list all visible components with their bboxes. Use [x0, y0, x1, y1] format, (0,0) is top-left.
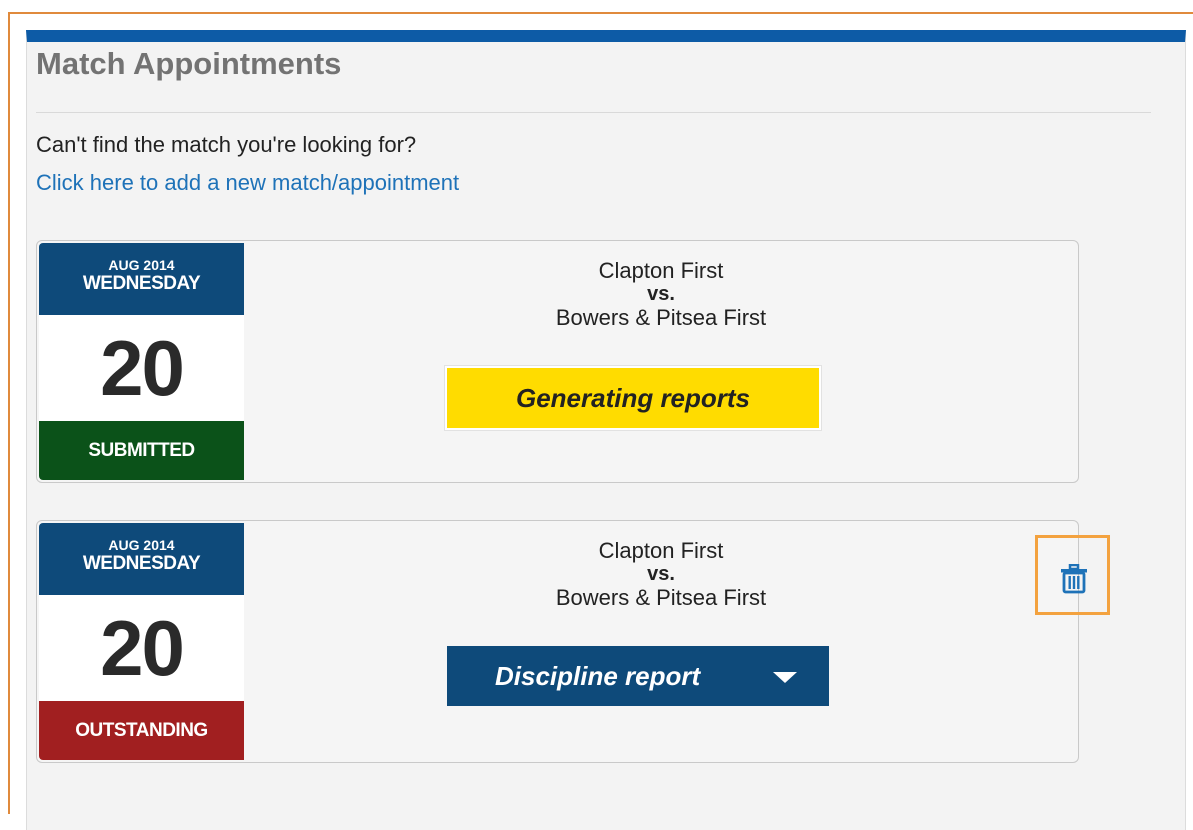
trash-icon[interactable]: [1059, 564, 1089, 594]
calendar-badge: AUG 2014 WEDNESDAY 20 SUBMITTED: [39, 243, 244, 480]
calendar-day-number: 20: [100, 604, 185, 692]
match-teams: Clapton First vs. Bowers & Pitsea First: [244, 257, 1078, 331]
home-team: Clapton First: [598, 538, 724, 563]
away-team: Bowers & Pitsea First: [555, 585, 767, 610]
frame-border-top: [8, 12, 1193, 14]
discipline-report-dropdown-button[interactable]: Discipline report: [447, 646, 829, 706]
discipline-report-label: Discipline report: [495, 661, 701, 691]
add-match-link[interactable]: Click here to add a new match/appointmen…: [36, 170, 459, 196]
away-team: Bowers & Pitsea First: [555, 305, 767, 330]
calendar-day-number: 20: [100, 324, 185, 412]
appointment-card: AUG 2014 WEDNESDAY 20 OUTSTANDING Clapto…: [36, 520, 1079, 763]
match-teams: Clapton First vs. Bowers & Pitsea First: [244, 537, 1078, 611]
generating-reports-indicator: Generating reports: [445, 366, 821, 430]
home-team: Clapton First: [598, 258, 724, 283]
status-badge: OUTSTANDING: [39, 701, 244, 760]
title-divider: [36, 112, 1151, 113]
calendar-month: AUG 2014: [108, 537, 175, 553]
calendar-month: AUG 2014: [108, 257, 175, 273]
versus-label: vs.: [647, 283, 675, 305]
status-badge: SUBMITTED: [39, 421, 244, 480]
calendar-weekday: WEDNESDAY: [82, 553, 201, 574]
calendar-weekday: WEDNESDAY: [82, 273, 201, 294]
calendar-header: AUG 2014 WEDNESDAY: [39, 243, 244, 315]
missing-match-prompt: Can't find the match you're looking for?: [36, 132, 417, 157]
appointment-card: AUG 2014 WEDNESDAY 20 SUBMITTED Clapton …: [36, 240, 1079, 483]
page-title: Match Appointments: [36, 46, 342, 81]
frame-border-left: [8, 12, 10, 814]
calendar-badge: AUG 2014 WEDNESDAY 20 OUTSTANDING: [39, 523, 244, 760]
calendar-header: AUG 2014 WEDNESDAY: [39, 523, 244, 595]
chevron-down-icon: [773, 672, 797, 683]
versus-label: vs.: [647, 563, 675, 585]
